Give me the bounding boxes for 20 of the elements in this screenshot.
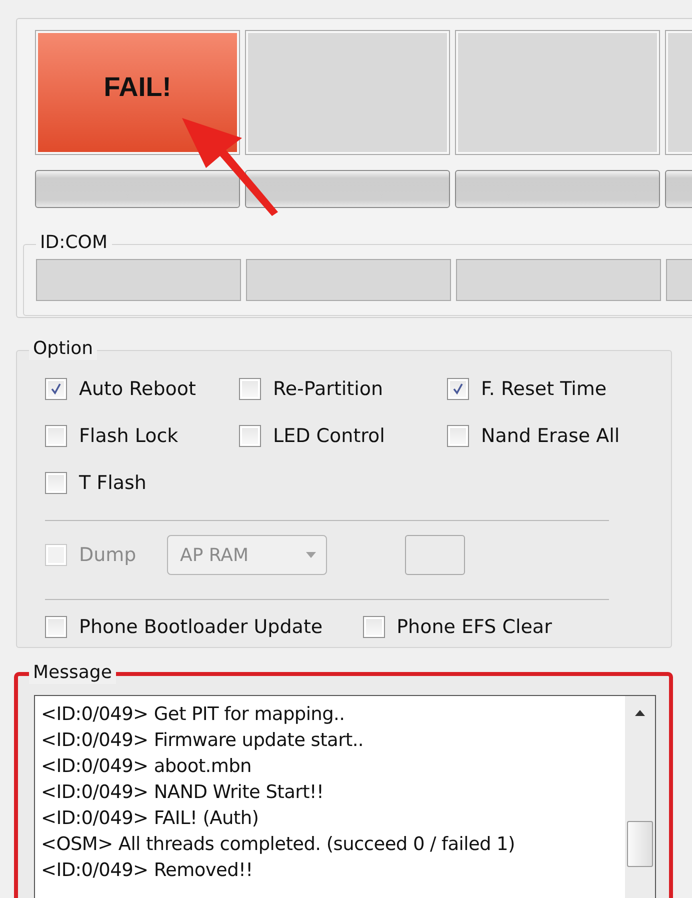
log-line: <ID:0/049> NAND Write Start!! bbox=[41, 781, 325, 805]
log-line: <OSM> All threads completed. (succeed 0 / failed 1) bbox=[41, 833, 516, 857]
checkbox-label: Dump bbox=[79, 543, 136, 568]
checkbox-label: Re-Partition bbox=[273, 377, 384, 402]
checkbox-label: Phone EFS Clear bbox=[396, 615, 552, 640]
checkbox-label: Flash Lock bbox=[79, 424, 178, 449]
log-line: <ID:0/049> Get PIT for mapping.. bbox=[41, 703, 346, 727]
checkbox-label: Phone Bootloader Update bbox=[79, 615, 323, 640]
log-line: <ID:0/049> Removed!! bbox=[41, 859, 254, 883]
checkbox-label: LED Control bbox=[273, 424, 385, 449]
group-title: Message bbox=[29, 662, 116, 684]
checkbox-label: F. Reset Time bbox=[481, 377, 607, 402]
checkbox-label: Auto Reboot bbox=[79, 377, 196, 402]
checkbox-label: T Flash bbox=[79, 471, 146, 496]
log-line: <ID:0/049> Firmware update start.. bbox=[41, 729, 365, 753]
status-box: FAIL! bbox=[35, 30, 240, 155]
log-line: <ID:0/049> aboot.mbn bbox=[41, 755, 252, 779]
group-title: Option bbox=[29, 338, 98, 360]
checkbox-label: Nand Erase All bbox=[481, 424, 620, 449]
log-line: <ID:0/049> FAIL! (Auth) bbox=[41, 807, 260, 831]
